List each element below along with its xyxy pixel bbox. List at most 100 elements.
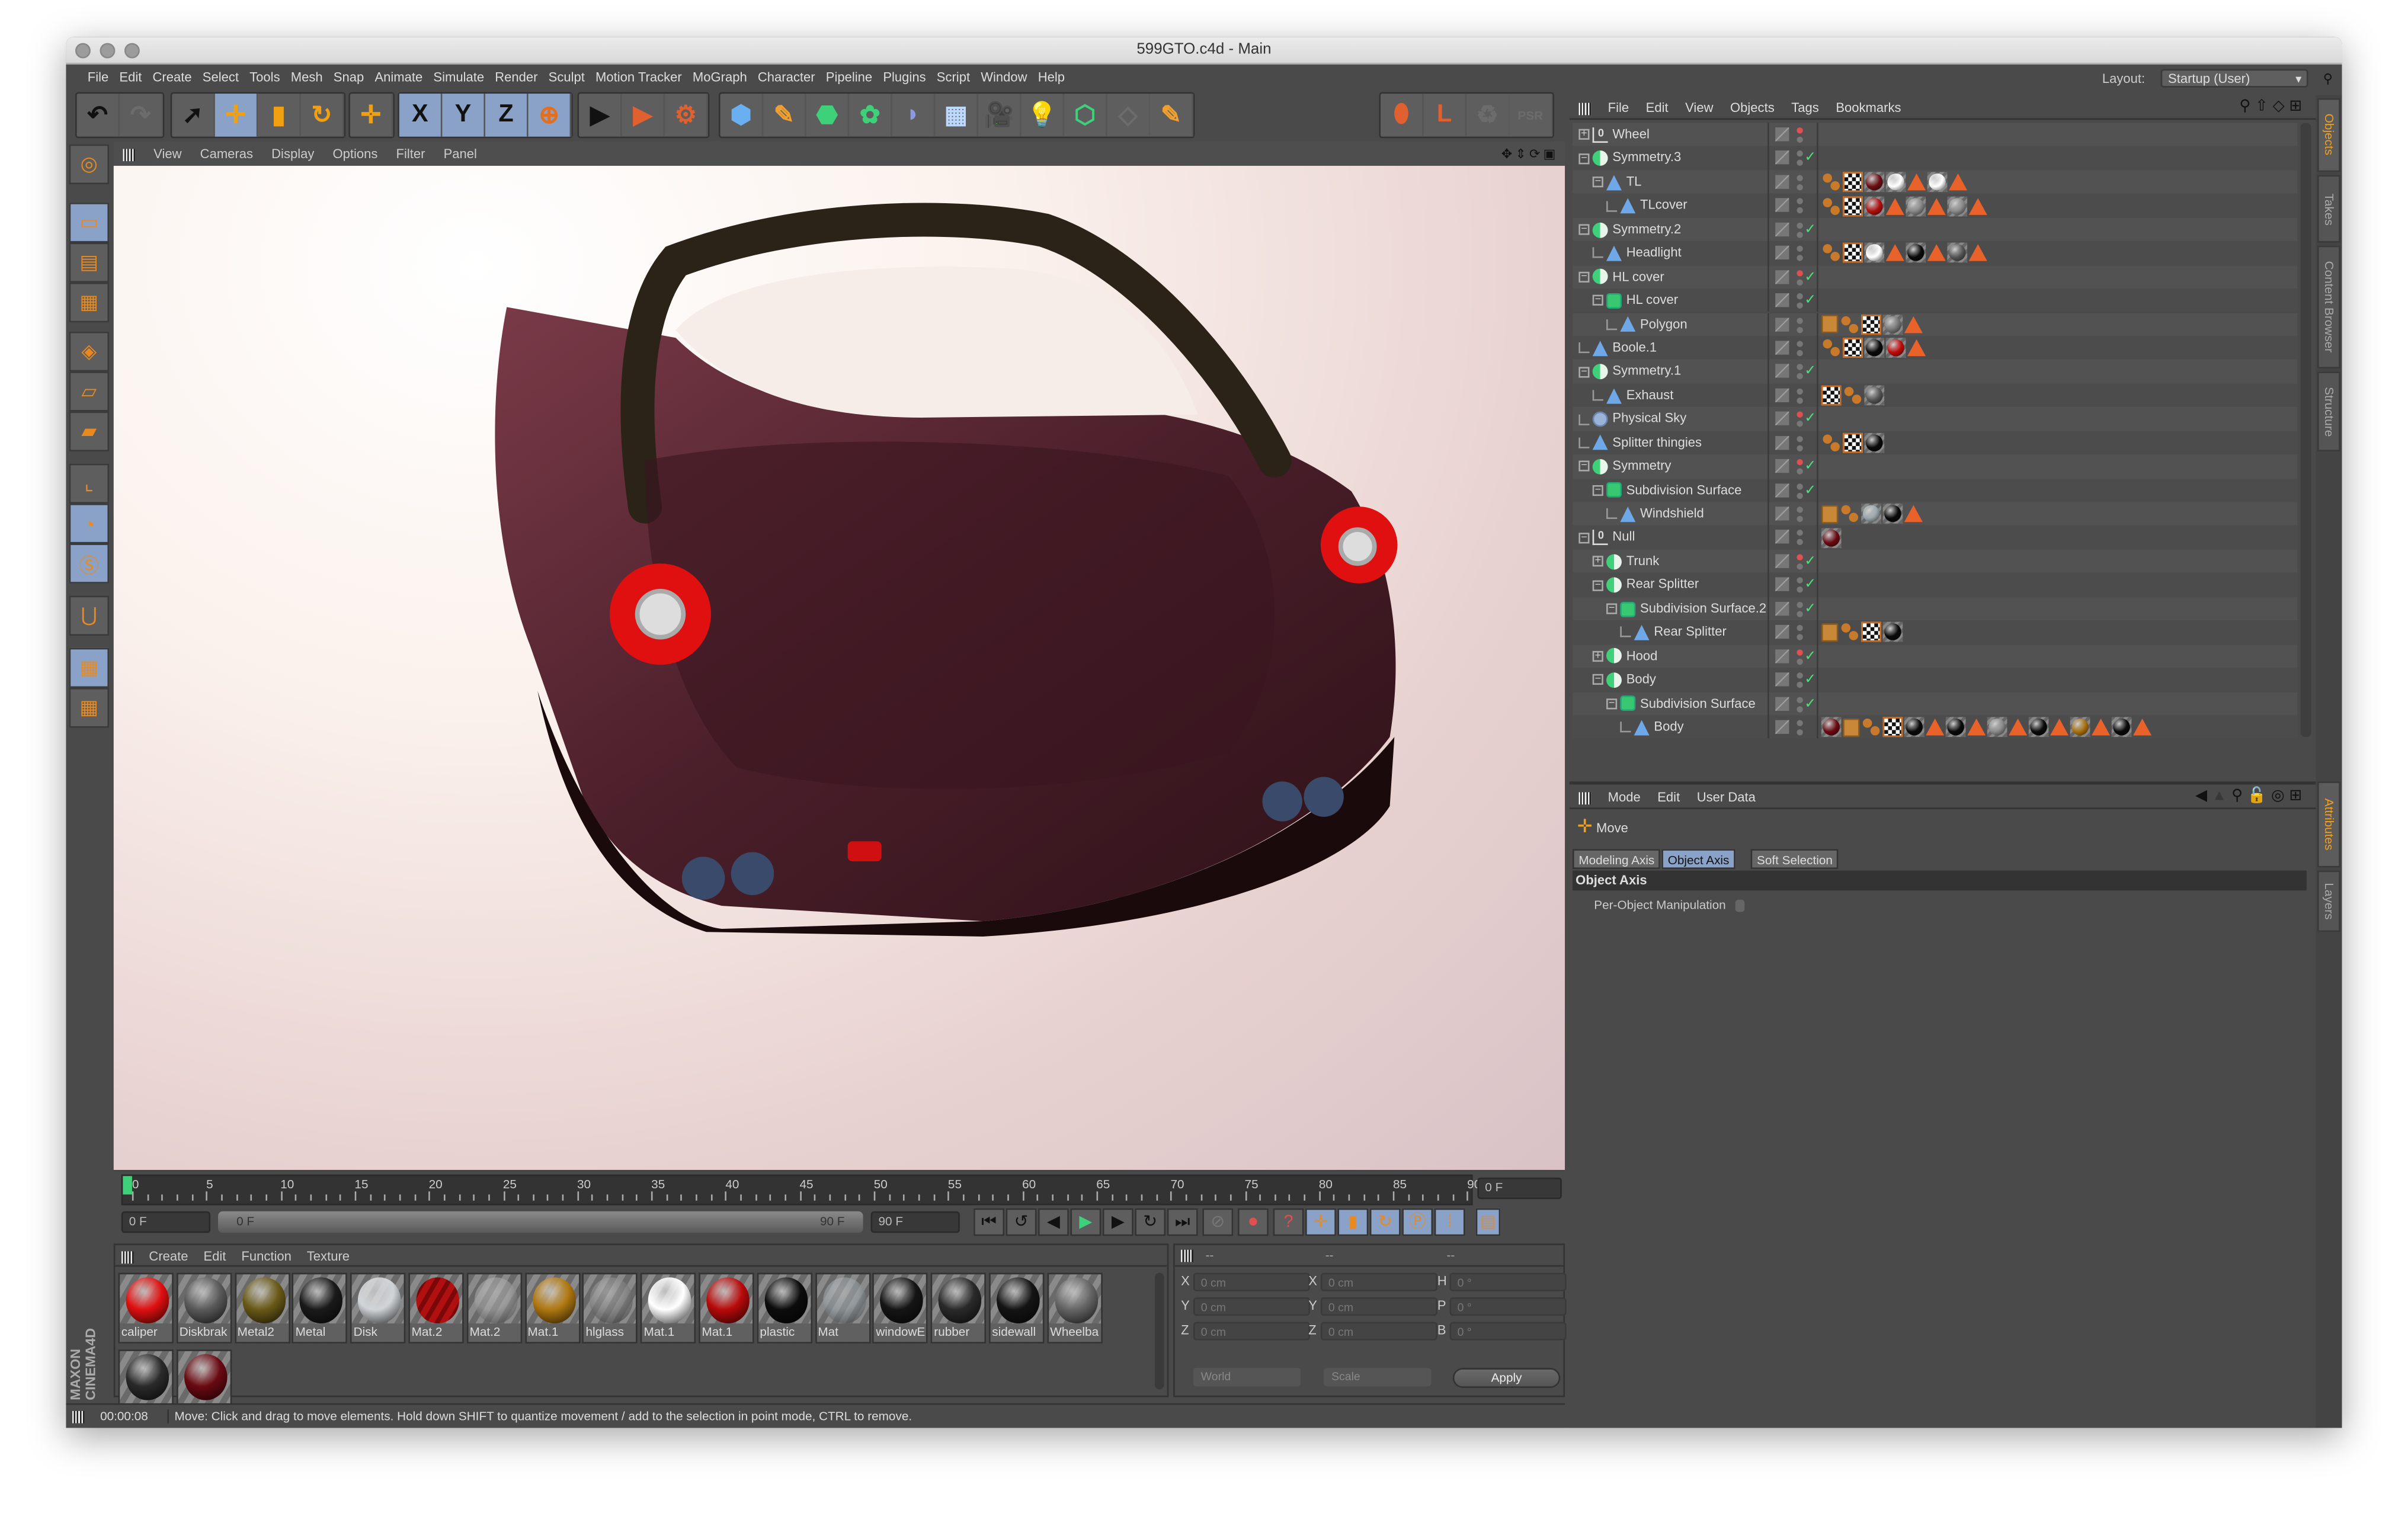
expand-toggle-icon[interactable]: − [1592,177,1603,188]
phong-tag-icon[interactable] [1821,172,1842,192]
object-row[interactable]: Rear Splitter [1573,620,2298,645]
layer-icon[interactable] [1775,578,1789,592]
home-icon[interactable]: ⇧ [2255,98,2273,116]
render-visibility-dot[interactable] [1797,634,1803,641]
visibility-icon[interactable]: ◇ [2273,98,2289,116]
timeline-ruler[interactable]: 0 5 10 15 20 25 30 35 40 45 50 55 60 65 70 75 80 85 90 [121,1174,1481,1205]
phong-tag-icon[interactable] [1861,717,1881,738]
phong-tag-icon[interactable] [1840,315,1860,335]
coordinate-system-button[interactable]: ⊕ [528,94,572,137]
deformer-button[interactable]: ◗ [892,94,936,137]
object-row[interactable]: Boole.1 [1573,336,2298,360]
uvw-tag-icon[interactable] [1843,432,1863,453]
size-mode-dropdown[interactable]: Scale [1324,1368,1432,1387]
om-menu-file[interactable]: File [1608,100,1629,115]
minimize-button[interactable] [100,43,116,59]
material-tag-icon[interactable] [2111,717,2132,738]
editor-visibility-dot[interactable] [1797,222,1803,229]
render-visibility-dot[interactable] [1797,421,1803,428]
expand-toggle-icon[interactable]: − [1606,698,1618,709]
enabled-check-icon[interactable]: ✓ [1804,217,1816,241]
uvw-tag-icon[interactable] [1843,338,1863,358]
back-arrow-icon[interactable]: ◀ [2195,788,2212,805]
side-tab-content-browser[interactable]: Content Browser [2317,245,2340,369]
editor-visibility-dot[interactable] [1797,435,1803,442]
render-visibility-dot[interactable] [1797,586,1803,594]
menu-mesh[interactable]: Mesh [291,69,323,85]
panel-grip-icon[interactable] [1578,791,1592,804]
object-row[interactable]: − Symmetry.2 ✓ [1573,217,2298,242]
scale-button[interactable]: ▮ [258,94,301,137]
selection-tag-icon[interactable] [1967,719,1986,736]
object-name[interactable]: Symmetry.1 [1612,363,1681,379]
start-frame-field[interactable]: 0 F [121,1211,211,1233]
layer-icon[interactable] [1775,554,1789,568]
cloner-button[interactable]: ✿ [849,94,892,137]
render-visibility-dot[interactable] [1797,160,1803,167]
object-row[interactable]: + Hood ✓ [1573,644,2298,668]
object-row[interactable]: Headlight [1573,241,2298,265]
editor-visibility-dot[interactable] [1797,388,1803,395]
menu-snap[interactable]: Snap [334,69,364,85]
key-point-level-button[interactable]: ⁞ [1434,1208,1465,1236]
selection-tag-icon[interactable] [2050,719,2069,736]
solo-mode-button[interactable]: Ⓢ [69,543,110,583]
material-tag-icon[interactable] [1885,172,1906,193]
material-menu-create[interactable]: Create [149,1248,188,1264]
search-icon[interactable]: ⚲ [2231,788,2247,805]
object-name[interactable]: Exhaust [1626,387,1674,402]
phong-tag-icon[interactable] [1821,243,1842,263]
object-name[interactable]: Subdivision Surface.2 [1640,600,1766,615]
material-tag-icon[interactable] [1864,172,1885,193]
expand-toggle-icon[interactable]: − [1578,153,1590,164]
protection-tag-icon[interactable] [1821,623,1839,642]
material-tag-icon[interactable] [1906,243,1926,264]
search-icon[interactable]: ⚲ [2239,98,2255,116]
material-tag-icon[interactable] [1885,338,1906,358]
render-visibility-dot[interactable] [1797,563,1803,570]
object-row[interactable]: − Subdivision Surface ✓ [1573,691,2298,716]
viewport-menu-view[interactable]: View [153,146,181,161]
material-tag-icon[interactable] [1821,717,1842,738]
layer-icon[interactable] [1775,341,1789,355]
timeline-settings-button[interactable]: ▤ [1475,1208,1501,1236]
uvw-tag-icon[interactable] [1843,243,1863,264]
next-key-button[interactable]: ↻ [1135,1208,1166,1236]
key-position-button[interactable]: ✛ [1305,1208,1336,1236]
render-visibility-dot[interactable] [1797,302,1803,309]
object-name[interactable]: Symmetry.3 [1612,150,1681,165]
selection-tag-icon[interactable] [1948,174,1968,191]
uvw-tag-icon[interactable] [1821,385,1842,406]
coord-input[interactable]: 0 ° [1449,1297,1567,1316]
render-visibility-dot[interactable] [1797,515,1803,522]
selection-tag-icon[interactable] [2133,719,2152,736]
editor-visibility-dot[interactable] [1797,246,1803,252]
om-menu-view[interactable]: View [1685,100,1713,115]
render-visibility-dot[interactable] [1797,184,1803,191]
material-swatch[interactable]: sidewall [989,1272,1045,1344]
layout-dropdown[interactable]: Startup (User) [2160,69,2308,88]
editor-visibility-dot[interactable] [1797,151,1803,158]
material-swatch[interactable]: Mat.2 [466,1272,522,1344]
render-visibility-dot[interactable] [1797,706,1803,712]
layer-icon[interactable] [1775,364,1789,379]
material-menu-texture[interactable]: Texture [307,1248,350,1264]
snap-button[interactable]: ⋃ [69,595,110,636]
object-name[interactable]: Wheel [1612,126,1649,142]
enable-axis-button[interactable]: ⬮ [1381,94,1424,137]
side-tab-attributes[interactable]: Attributes [2317,781,2340,868]
protection-tag-icon[interactable] [1821,504,1839,524]
menu-simulate[interactable]: Simulate [433,69,484,85]
object-row[interactable]: − HL cover ✓ [1573,265,2298,289]
layer-icon[interactable] [1775,459,1789,473]
selection-tag-icon[interactable] [2092,719,2111,736]
light-button[interactable]: 💡 [1022,94,1065,137]
menu-motion-tracker[interactable]: Motion Tracker [595,69,682,85]
model-mode-button[interactable]: ▭ [69,203,110,243]
object-name[interactable]: TLcover [1640,197,1687,213]
enabled-check-icon[interactable]: ✓ [1804,360,1816,383]
editor-visibility-dot[interactable] [1797,625,1803,631]
previous-frame-button[interactable]: ◀ [1038,1208,1069,1236]
up-arrow-icon[interactable]: ▲ [2212,788,2231,805]
object-name[interactable]: Rear Splitter [1626,576,1699,592]
